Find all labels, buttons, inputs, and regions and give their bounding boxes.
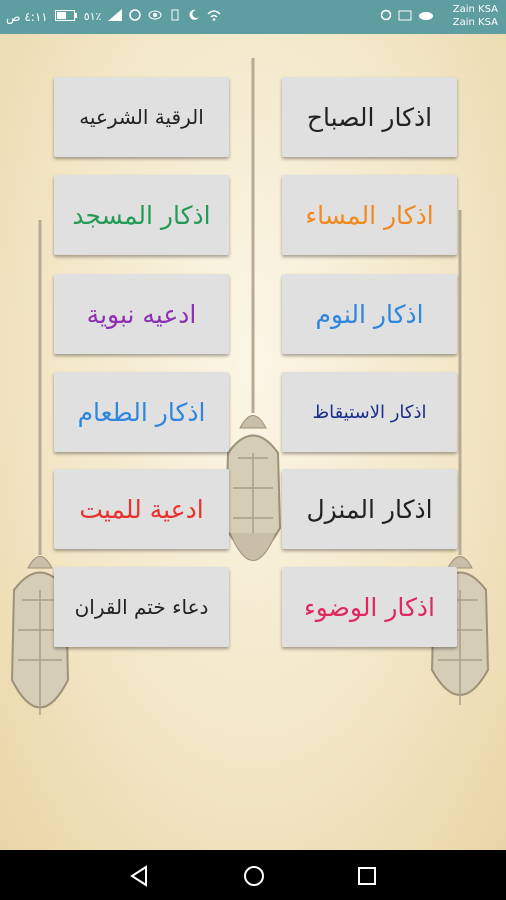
- deceased-duas-button[interactable]: ادعية للميت: [54, 469, 229, 549]
- mosque-adhkar-button[interactable]: اذكار المسجد: [54, 175, 229, 255]
- carrier-label-1: Zain KSA: [452, 4, 498, 15]
- morning-adhkar-label: اذكار الصباح: [306, 102, 433, 132]
- status-right-group: [380, 9, 434, 24]
- waking-adhkar-button[interactable]: اذكار الاستيقاظ: [282, 372, 457, 452]
- prophetic-duas-label: ادعيه نبوية: [86, 299, 197, 329]
- battery-icon: [54, 9, 77, 24]
- home-icon[interactable]: [242, 864, 266, 888]
- evening-adhkar-button[interactable]: اذكار المساء: [282, 175, 457, 255]
- whatsapp-icon: [129, 9, 142, 24]
- ruqyah-label: الرقية الشرعيه: [79, 105, 204, 129]
- ablution-adhkar-label: اذكار الوضوء: [304, 592, 435, 622]
- home-adhkar-button[interactable]: اذكار المنزل: [282, 469, 457, 549]
- home-adhkar-label: اذكار المنزل: [306, 494, 433, 524]
- deceased-duas-label: ادعية للميت: [79, 494, 204, 524]
- sync-icon: [380, 9, 392, 24]
- signal-icon: [108, 9, 123, 24]
- moon-icon: [188, 9, 200, 24]
- food-adhkar-label: اذكار الطعام: [77, 397, 206, 427]
- quran-completion-dua-button[interactable]: دعاء ختم القران: [54, 567, 229, 647]
- morning-adhkar-button[interactable]: اذكار الصباح: [282, 77, 457, 157]
- cast-icon: [398, 10, 412, 24]
- navigation-bar: [0, 850, 506, 900]
- sleep-adhkar-label: اذكار النوم: [315, 299, 424, 329]
- cloud-icon: [418, 10, 434, 23]
- vibrate-icon: [169, 9, 181, 24]
- quran-completion-dua-label: دعاء ختم القران: [74, 595, 209, 619]
- evening-adhkar-label: اذكار المساء: [305, 200, 434, 230]
- mosque-adhkar-label: اذكار المسجد: [72, 200, 211, 230]
- carrier-label-2: Zain KSA: [452, 17, 498, 28]
- prophetic-duas-button[interactable]: ادعيه نبوية: [54, 274, 229, 354]
- status-left-group: ٤:١١ ص ٥١٪: [6, 9, 221, 24]
- wifi-icon: [207, 9, 221, 24]
- recents-icon[interactable]: [355, 864, 379, 888]
- status-bar: ٤:١١ ص ٥١٪ Zain KSA Zain KSA: [0, 0, 506, 34]
- carrier-info: Zain KSA Zain KSA: [453, 3, 498, 29]
- back-icon[interactable]: [128, 864, 152, 888]
- sleep-adhkar-button[interactable]: اذكار النوم: [282, 274, 457, 354]
- eye-icon: [148, 10, 162, 23]
- ablution-adhkar-button[interactable]: اذكار الوضوء: [282, 567, 457, 647]
- battery-percent: ٥١٪: [83, 10, 102, 23]
- status-time: ٤:١١ ص: [6, 9, 48, 24]
- food-adhkar-button[interactable]: اذكار الطعام: [54, 372, 229, 452]
- ruqyah-button[interactable]: الرقية الشرعيه: [54, 77, 229, 157]
- waking-adhkar-label: اذكار الاستيقاظ: [312, 401, 427, 423]
